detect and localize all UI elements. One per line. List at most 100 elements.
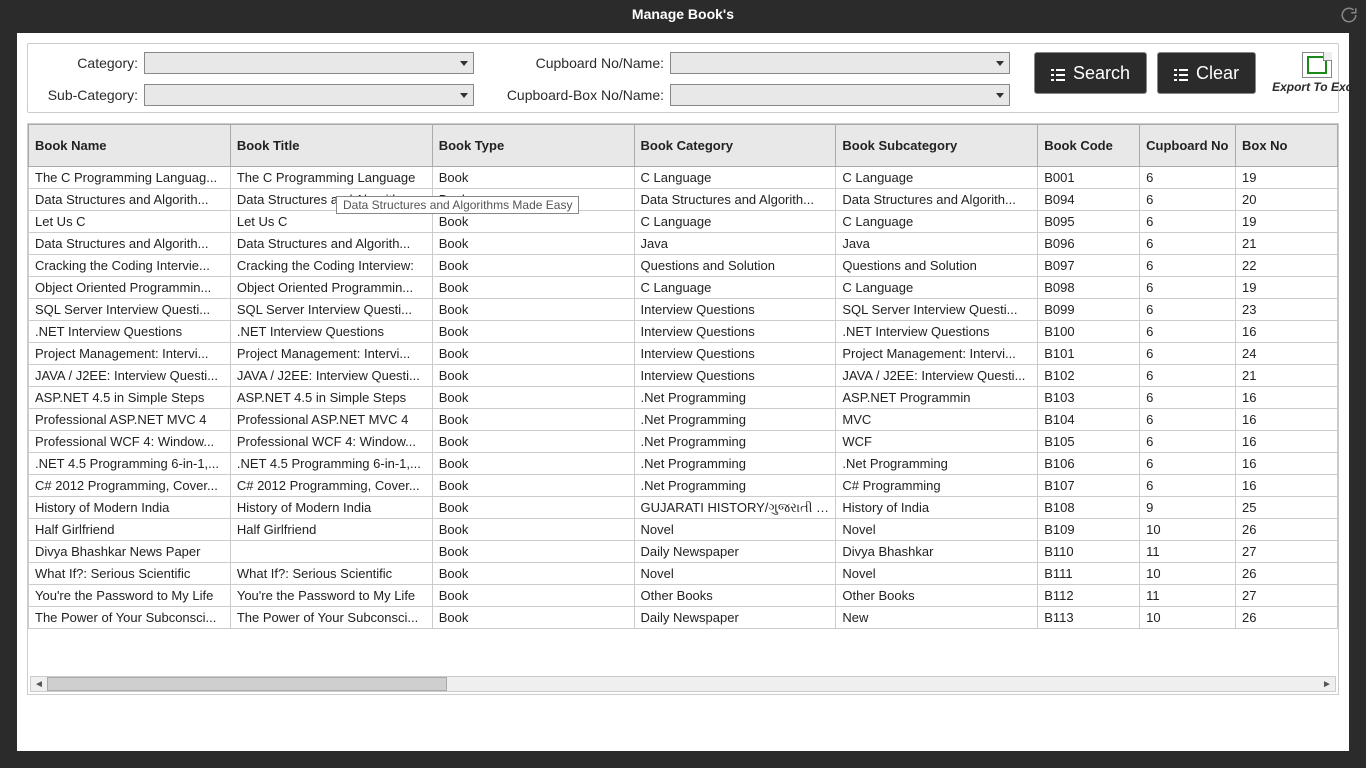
column-header[interactable]: Book Name <box>29 125 231 167</box>
table-cell[interactable]: Data Structures and Algorith... <box>836 189 1038 211</box>
table-cell[interactable]: Project Management: Intervi... <box>29 343 231 365</box>
table-cell[interactable]: History of India <box>836 497 1038 519</box>
table-cell[interactable]: B105 <box>1038 431 1140 453</box>
table-cell[interactable]: Interview Questions <box>634 365 836 387</box>
table-cell[interactable]: Book <box>432 343 634 365</box>
scroll-right-arrow[interactable]: ► <box>1319 677 1335 691</box>
category-dropdown[interactable] <box>144 52 474 74</box>
table-cell[interactable]: 16 <box>1235 475 1337 497</box>
table-cell[interactable]: 21 <box>1235 233 1337 255</box>
table-cell[interactable]: B106 <box>1038 453 1140 475</box>
column-header[interactable]: Book Category <box>634 125 836 167</box>
table-cell[interactable]: B110 <box>1038 541 1140 563</box>
table-cell[interactable]: Interview Questions <box>634 321 836 343</box>
table-cell[interactable]: Book <box>432 277 634 299</box>
table-cell[interactable]: Book <box>432 541 634 563</box>
table-cell[interactable]: Other Books <box>836 585 1038 607</box>
table-cell[interactable]: Questions and Solution <box>634 255 836 277</box>
table-cell[interactable]: You're the Password to My Life <box>29 585 231 607</box>
table-cell[interactable]: C Language <box>836 277 1038 299</box>
table-cell[interactable]: New <box>836 607 1038 629</box>
table-cell[interactable]: What If?: Serious Scientific <box>29 563 231 585</box>
table-row[interactable]: Professional ASP.NET MVC 4Professional A… <box>29 409 1338 431</box>
column-header[interactable]: Box No <box>1235 125 1337 167</box>
table-cell[interactable]: B107 <box>1038 475 1140 497</box>
table-cell[interactable]: Interview Questions <box>634 343 836 365</box>
table-cell[interactable]: Professional ASP.NET MVC 4 <box>230 409 432 431</box>
table-cell[interactable]: The C Programming Languag... <box>29 167 231 189</box>
table-cell[interactable]: C Language <box>836 167 1038 189</box>
table-cell[interactable]: Other Books <box>634 585 836 607</box>
table-cell[interactable]: Object Oriented Programmin... <box>29 277 231 299</box>
table-cell[interactable]: Half Girlfriend <box>29 519 231 541</box>
table-cell[interactable]: 22 <box>1235 255 1337 277</box>
table-cell[interactable]: The C Programming Language <box>230 167 432 189</box>
box-dropdown[interactable] <box>670 84 1010 106</box>
table-cell[interactable]: SQL Server Interview Questi... <box>836 299 1038 321</box>
table-cell[interactable]: 20 <box>1235 189 1337 211</box>
column-header[interactable]: Book Subcategory <box>836 125 1038 167</box>
table-cell[interactable]: .NET 4.5 Programming 6-in-1,... <box>230 453 432 475</box>
table-cell[interactable]: 6 <box>1140 409 1236 431</box>
table-row[interactable]: Professional WCF 4: Window...Professiona… <box>29 431 1338 453</box>
table-cell[interactable]: What If?: Serious Scientific <box>230 563 432 585</box>
table-row[interactable]: Cracking the Coding Intervie...Cracking … <box>29 255 1338 277</box>
scroll-thumb[interactable] <box>47 677 447 691</box>
table-cell[interactable]: 19 <box>1235 211 1337 233</box>
table-cell[interactable]: Book <box>432 233 634 255</box>
table-cell[interactable]: Professional WCF 4: Window... <box>230 431 432 453</box>
table-row[interactable]: C# 2012 Programming, Cover...C# 2012 Pro… <box>29 475 1338 497</box>
table-cell[interactable]: 27 <box>1235 585 1337 607</box>
table-cell[interactable]: .Net Programming <box>634 453 836 475</box>
table-cell[interactable]: .NET Interview Questions <box>836 321 1038 343</box>
table-cell[interactable]: Professional ASP.NET MVC 4 <box>29 409 231 431</box>
table-row[interactable]: What If?: Serious ScientificWhat If?: Se… <box>29 563 1338 585</box>
table-cell[interactable]: C Language <box>634 211 836 233</box>
table-cell[interactable]: The Power of Your Subconsci... <box>29 607 231 629</box>
table-cell[interactable]: 6 <box>1140 431 1236 453</box>
table-cell[interactable]: Let Us C <box>29 211 231 233</box>
table-cell[interactable]: B001 <box>1038 167 1140 189</box>
table-cell[interactable]: JAVA / J2EE: Interview Questi... <box>230 365 432 387</box>
table-cell[interactable]: B111 <box>1038 563 1140 585</box>
table-cell[interactable]: Book <box>432 431 634 453</box>
table-cell[interactable]: 10 <box>1140 519 1236 541</box>
clear-button[interactable]: Clear <box>1157 52 1256 94</box>
export-button[interactable]: Export To Excel <box>1272 52 1362 94</box>
table-cell[interactable]: .Net Programming <box>634 387 836 409</box>
table-cell[interactable]: GUJARATI HISTORY/ગુજરાતી હિસ્ટ્રી <box>634 497 836 519</box>
column-header[interactable]: Book Type <box>432 125 634 167</box>
table-cell[interactable]: Book <box>432 563 634 585</box>
horizontal-scrollbar[interactable]: ◄ ► <box>30 676 1336 692</box>
table-row[interactable]: You're the Password to My LifeYou're the… <box>29 585 1338 607</box>
table-cell[interactable]: Java <box>836 233 1038 255</box>
table-row[interactable]: Let Us CLet Us CBookC LanguageC Language… <box>29 211 1338 233</box>
table-cell[interactable]: Half Girlfriend <box>230 519 432 541</box>
table-cell[interactable]: 16 <box>1235 387 1337 409</box>
table-cell[interactable]: B102 <box>1038 365 1140 387</box>
table-cell[interactable]: 10 <box>1140 563 1236 585</box>
table-cell[interactable]: MVC <box>836 409 1038 431</box>
table-cell[interactable]: Book <box>432 497 634 519</box>
table-row[interactable]: SQL Server Interview Questi...SQL Server… <box>29 299 1338 321</box>
table-row[interactable]: Data Structures and Algorith...Data Stru… <box>29 233 1338 255</box>
table-cell[interactable]: 11 <box>1140 585 1236 607</box>
table-cell[interactable]: Data Structures and Algorith... <box>29 233 231 255</box>
table-cell[interactable]: Book <box>432 387 634 409</box>
table-cell[interactable]: B099 <box>1038 299 1140 321</box>
table-cell[interactable]: .NET 4.5 Programming 6-in-1,... <box>29 453 231 475</box>
table-cell[interactable]: C Language <box>836 211 1038 233</box>
table-cell[interactable]: B094 <box>1038 189 1140 211</box>
table-cell[interactable]: You're the Password to My Life <box>230 585 432 607</box>
table-cell[interactable]: Professional WCF 4: Window... <box>29 431 231 453</box>
table-cell[interactable]: 16 <box>1235 453 1337 475</box>
table-cell[interactable]: C# Programming <box>836 475 1038 497</box>
table-cell[interactable]: Daily Newspaper <box>634 607 836 629</box>
table-cell[interactable]: B096 <box>1038 233 1140 255</box>
table-cell[interactable]: 9 <box>1140 497 1236 519</box>
table-cell[interactable]: 11 <box>1140 541 1236 563</box>
table-cell[interactable]: Divya Bhashkar News Paper <box>29 541 231 563</box>
table-cell[interactable]: B112 <box>1038 585 1140 607</box>
table-row[interactable]: JAVA / J2EE: Interview Questi...JAVA / J… <box>29 365 1338 387</box>
table-cell[interactable]: Book <box>432 365 634 387</box>
